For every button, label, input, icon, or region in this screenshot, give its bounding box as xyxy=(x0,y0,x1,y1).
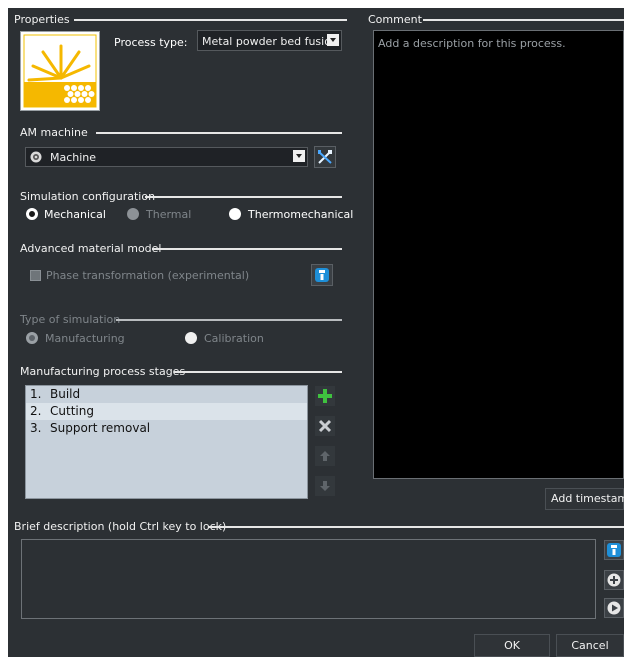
advanced-material-model-title: Advanced material model xyxy=(20,242,162,255)
am-machine-divider xyxy=(96,132,342,134)
add-timestamp-button[interactable]: Add timestamp xyxy=(545,488,624,510)
brief-play-button[interactable] xyxy=(604,598,624,618)
thermal-radio xyxy=(127,208,139,220)
brief-add-button[interactable] xyxy=(604,570,624,590)
calibration-radio xyxy=(185,332,197,344)
manufacturing-stages-title: Manufacturing process stages xyxy=(20,365,186,378)
properties-divider xyxy=(74,19,347,21)
machine-select[interactable]: Machine xyxy=(25,147,308,167)
simulation-configuration-divider xyxy=(145,196,342,198)
simulation-configuration-title: Simulation configuration xyxy=(20,190,156,203)
comment-section-title: Comment xyxy=(368,13,422,26)
list-item[interactable]: 3. Support removal xyxy=(26,420,307,437)
list-item[interactable]: 1. Build xyxy=(26,386,307,403)
advanced-material-model-divider xyxy=(152,248,342,250)
move-stage-up-button xyxy=(314,445,336,467)
brief-description-divider xyxy=(208,526,624,528)
arrow-down-icon xyxy=(320,481,330,491)
plus-icon xyxy=(318,389,332,403)
machine-settings-button[interactable] xyxy=(314,146,336,168)
ok-button[interactable]: OK xyxy=(474,634,550,657)
comment-placeholder: Add a description for this process. xyxy=(378,37,566,50)
thermomechanical-radio[interactable] xyxy=(229,208,241,220)
plus-circle-icon xyxy=(607,573,621,587)
brief-lock-button[interactable] xyxy=(604,540,624,560)
calibration-radio-label: Calibration xyxy=(204,332,264,345)
mechanical-radio-label: Mechanical xyxy=(44,208,106,221)
material-info-button[interactable] xyxy=(311,264,333,286)
phase-transformation-label: Phase transformation (experimental) xyxy=(46,269,250,282)
comment-textarea[interactable]: Add a description for this process. xyxy=(373,30,624,479)
comment-divider xyxy=(423,19,624,21)
am-machine-section-title: AM machine xyxy=(20,126,88,139)
mechanical-radio[interactable] xyxy=(26,208,38,220)
process-type-value: Metal powder bed fusion xyxy=(202,35,338,48)
metal-powder-bed-fusion-icon xyxy=(23,34,97,108)
list-item[interactable]: 2. Cutting xyxy=(26,403,307,420)
move-stage-down-button xyxy=(314,475,336,497)
info-icon xyxy=(315,268,329,282)
tools-icon xyxy=(318,150,332,164)
chevron-down-icon xyxy=(327,34,339,46)
cancel-button[interactable]: Cancel xyxy=(556,634,624,657)
manufacturing-radio-label: Manufacturing xyxy=(45,332,125,345)
brief-description-textarea[interactable] xyxy=(21,539,596,619)
chevron-down-icon xyxy=(293,150,305,162)
info-icon xyxy=(607,543,621,557)
phase-transformation-checkbox xyxy=(30,270,41,281)
process-type-icon-tile xyxy=(20,31,100,111)
delete-stage-button[interactable] xyxy=(314,415,336,437)
properties-section-title: Properties xyxy=(14,13,70,26)
brief-description-title: Brief description (hold Ctrl key to lock… xyxy=(14,520,227,533)
machine-select-value: Machine xyxy=(50,151,97,164)
process-properties-dialog: Properties Process type: Metal powder be… xyxy=(8,8,624,657)
thermomechanical-radio-label: Thermomechanical xyxy=(248,208,354,221)
play-icon xyxy=(607,601,621,615)
process-type-select[interactable]: Metal powder bed fusion xyxy=(197,30,342,51)
manufacturing-stages-list[interactable]: 1. Build 2. Cutting 3. Support removal xyxy=(25,385,308,499)
type-of-simulation-title: Type of simulation xyxy=(20,313,121,326)
machine-icon xyxy=(30,151,42,163)
manufacturing-radio xyxy=(26,332,38,344)
manufacturing-stages-divider xyxy=(174,371,342,373)
type-of-simulation-divider xyxy=(116,319,342,321)
delete-icon xyxy=(318,419,332,433)
arrow-up-icon xyxy=(320,451,330,461)
process-type-label: Process type: xyxy=(114,36,188,49)
add-stage-button[interactable] xyxy=(314,385,336,407)
thermal-radio-label: Thermal xyxy=(146,208,192,221)
